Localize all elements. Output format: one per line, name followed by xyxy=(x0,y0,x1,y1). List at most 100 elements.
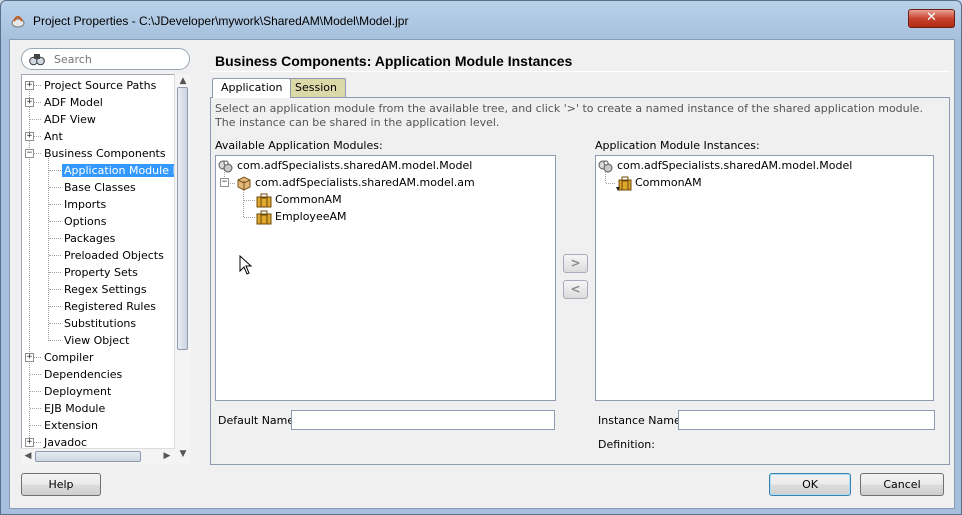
package-icon xyxy=(237,175,251,191)
nav-item-label: Compiler xyxy=(44,351,94,364)
nav-item[interactable]: Deployment xyxy=(42,383,113,400)
expand-icon[interactable]: + xyxy=(25,132,34,141)
cancel-button[interactable]: Cancel xyxy=(860,473,944,496)
nav-item-label: Registered Rules xyxy=(64,300,156,313)
navigation-tree[interactable]: Project Source Paths + ADF Model + ADF View A… xyxy=(21,74,191,464)
nav-item[interactable]: Substitutions xyxy=(62,315,138,332)
nav-item-label: Application Module Inst xyxy=(62,164,190,177)
expand-icon[interactable]: + xyxy=(25,353,34,362)
remove-instance-button[interactable]: < xyxy=(563,280,588,299)
collapse-icon[interactable]: − xyxy=(25,149,34,158)
title-divider xyxy=(210,71,950,72)
instructions-text: Select an application module from the av… xyxy=(215,102,923,129)
nav-item[interactable]: Extension xyxy=(42,417,100,434)
main-panel: Business Components: Application Module … xyxy=(201,43,951,469)
nav-item[interactable]: Compiler xyxy=(42,349,96,366)
nav-item[interactable]: Options xyxy=(62,213,108,230)
expand-icon[interactable]: + xyxy=(25,98,34,107)
nav-item[interactable]: View Object xyxy=(62,332,131,349)
close-button[interactable]: ✕ xyxy=(908,9,955,28)
project-icon xyxy=(598,160,613,172)
nav-item[interactable]: ADF View xyxy=(42,111,98,128)
tree-guide-line xyxy=(244,217,255,218)
tree-guide-line xyxy=(49,204,61,205)
nav-item[interactable]: Ant xyxy=(42,128,65,145)
expand-icon[interactable]: + xyxy=(25,438,34,447)
default-name-input[interactable] xyxy=(291,410,555,430)
definition-label: Definition: xyxy=(598,438,655,451)
scroll-left-arrow-icon[interactable]: ◀ xyxy=(22,450,34,462)
tab-application[interactable]: Application xyxy=(212,78,292,98)
module-instance-node[interactable]: com.adfSpecialists.sharedAM.model.Model xyxy=(598,157,852,174)
tree-guide-line xyxy=(49,306,61,307)
tree-guide-line xyxy=(30,374,41,375)
tree-guide-line xyxy=(48,158,49,341)
application-module-icon xyxy=(256,193,272,207)
scroll-up-arrow-icon[interactable]: ▲ xyxy=(177,75,189,87)
node-label: com.adfSpecialists.sharedAM.model.Model xyxy=(237,159,473,172)
application-module-icon xyxy=(256,210,272,224)
nav-item-label: Regex Settings xyxy=(64,283,147,296)
scroll-down-arrow-icon[interactable]: ▼ xyxy=(177,448,189,460)
node-label: CommonAM xyxy=(635,176,702,189)
available-modules-tree[interactable]: com.adfSpecialists.sharedAM.model.Model c… xyxy=(215,155,556,401)
instance-name-input[interactable] xyxy=(678,410,935,430)
title-bar[interactable]: Project Properties - C:\JDeveloper\mywor… xyxy=(1,1,961,41)
nav-vertical-scrollbar[interactable]: ▲ ▼ xyxy=(174,74,191,464)
tree-guide-line xyxy=(49,340,61,341)
available-module-node[interactable]: EmployeeAM xyxy=(256,208,347,225)
nav-item-label: Preloaded Objects xyxy=(64,249,164,262)
project-icon xyxy=(218,160,233,172)
search-input[interactable] xyxy=(54,52,184,66)
available-module-node[interactable]: CommonAM xyxy=(256,191,342,208)
ok-button[interactable]: OK xyxy=(769,473,851,496)
nav-item-label: Packages xyxy=(64,232,116,245)
collapse-icon[interactable]: − xyxy=(220,178,229,187)
jdeveloper-icon xyxy=(11,16,25,28)
nav-item[interactable]: EJB Module xyxy=(42,400,107,417)
tree-guide-line xyxy=(30,408,41,409)
expand-icon[interactable]: + xyxy=(25,81,34,90)
node-label: com.adfSpecialists.sharedAM.model.Model xyxy=(617,159,853,172)
tree-guide-line xyxy=(30,391,41,392)
tree-guide-line xyxy=(49,221,61,222)
add-instance-button[interactable]: > xyxy=(563,254,588,273)
tree-guide-line xyxy=(30,119,41,120)
dialog-body: Project Source Paths + ADF Model + ADF View A… xyxy=(9,39,955,509)
search-box[interactable] xyxy=(21,48,190,70)
nav-item[interactable]: Base Classes xyxy=(62,179,138,196)
nav-item[interactable]: Imports xyxy=(62,196,108,213)
nav-item[interactable]: Property Sets xyxy=(62,264,140,281)
nav-item-label: Ant xyxy=(44,130,63,143)
nav-item[interactable]: Registered Rules xyxy=(62,298,158,315)
module-instances-tree[interactable]: com.adfSpecialists.sharedAM.model.Model C… xyxy=(595,155,934,401)
help-button[interactable]: Help xyxy=(21,473,101,496)
tree-guide-line xyxy=(49,187,61,188)
nav-item[interactable]: Application Module Inst xyxy=(62,162,190,179)
module-instance-node[interactable]: CommonAM xyxy=(616,174,702,191)
nav-item-label: Project Source Paths xyxy=(44,79,157,92)
available-module-node[interactable]: com.adfSpecialists.sharedAM.model.am xyxy=(236,174,475,191)
tree-guide-line xyxy=(49,170,61,171)
nav-vertical-scroll-thumb[interactable] xyxy=(177,87,188,350)
tree-guide-line xyxy=(606,183,615,184)
nav-item[interactable]: Dependencies xyxy=(42,366,124,383)
nav-item[interactable]: Packages xyxy=(62,230,117,247)
application-tab-content: Select an application module from the av… xyxy=(210,97,950,465)
nav-horizontal-scrollbar[interactable]: ◀ ▶ xyxy=(21,448,175,464)
project-properties-dialog: Project Properties - C:\JDeveloper\mywor… xyxy=(0,0,962,515)
nav-item[interactable]: Business Components xyxy=(42,145,168,162)
nav-item[interactable]: Preloaded Objects xyxy=(62,247,166,264)
nav-item[interactable]: Project Source Paths xyxy=(42,77,158,94)
nav-item[interactable]: ADF Model xyxy=(42,94,105,111)
nav-item[interactable]: Regex Settings xyxy=(62,281,149,298)
tab-session[interactable]: Session xyxy=(286,78,346,97)
tree-guide-line xyxy=(49,238,61,239)
scroll-right-arrow-icon[interactable]: ▶ xyxy=(161,450,173,462)
nav-item-label: Business Components xyxy=(44,147,166,160)
nav-item-label: ADF Model xyxy=(44,96,103,109)
mouse-pointer-icon xyxy=(239,255,253,275)
nav-horizontal-scroll-thumb[interactable] xyxy=(35,451,141,462)
nav-item-label: Extension xyxy=(44,419,99,432)
available-module-node[interactable]: com.adfSpecialists.sharedAM.model.Model xyxy=(218,157,472,174)
